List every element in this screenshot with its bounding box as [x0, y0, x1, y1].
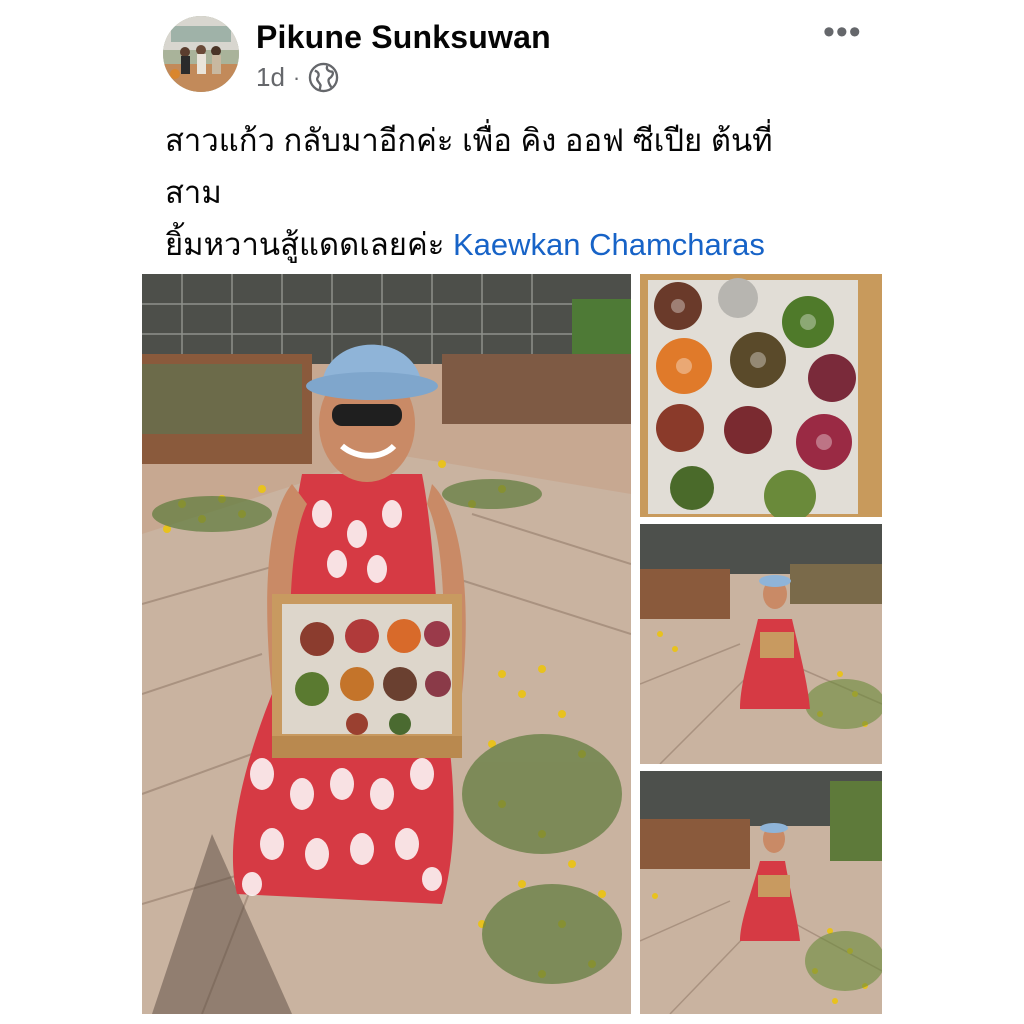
main-photo[interactable]	[142, 274, 631, 1014]
author-name[interactable]: Pikune Sunksuwan	[256, 19, 551, 56]
meta-separator: ·	[292, 64, 301, 90]
mention-link[interactable]: Kaewkan Chamcharas	[453, 227, 765, 262]
cactus-box-photo[interactable]	[640, 274, 882, 517]
post-caption: สาวแก้ว กลับมาอีกค่ะ เพื่อ คิง ออฟ ซีเปี…	[165, 115, 865, 271]
garden-photo-3[interactable]	[640, 771, 882, 1014]
more-icon[interactable]: •••	[823, 15, 862, 49]
garden-photo-2[interactable]	[640, 524, 882, 764]
post-meta: 1d ·	[256, 62, 339, 93]
post-header: Pikune Sunksuwan 1d · •••	[163, 15, 863, 96]
avatar[interactable]	[163, 16, 239, 92]
globe-icon	[308, 62, 339, 93]
post-time[interactable]: 1d	[256, 62, 285, 93]
